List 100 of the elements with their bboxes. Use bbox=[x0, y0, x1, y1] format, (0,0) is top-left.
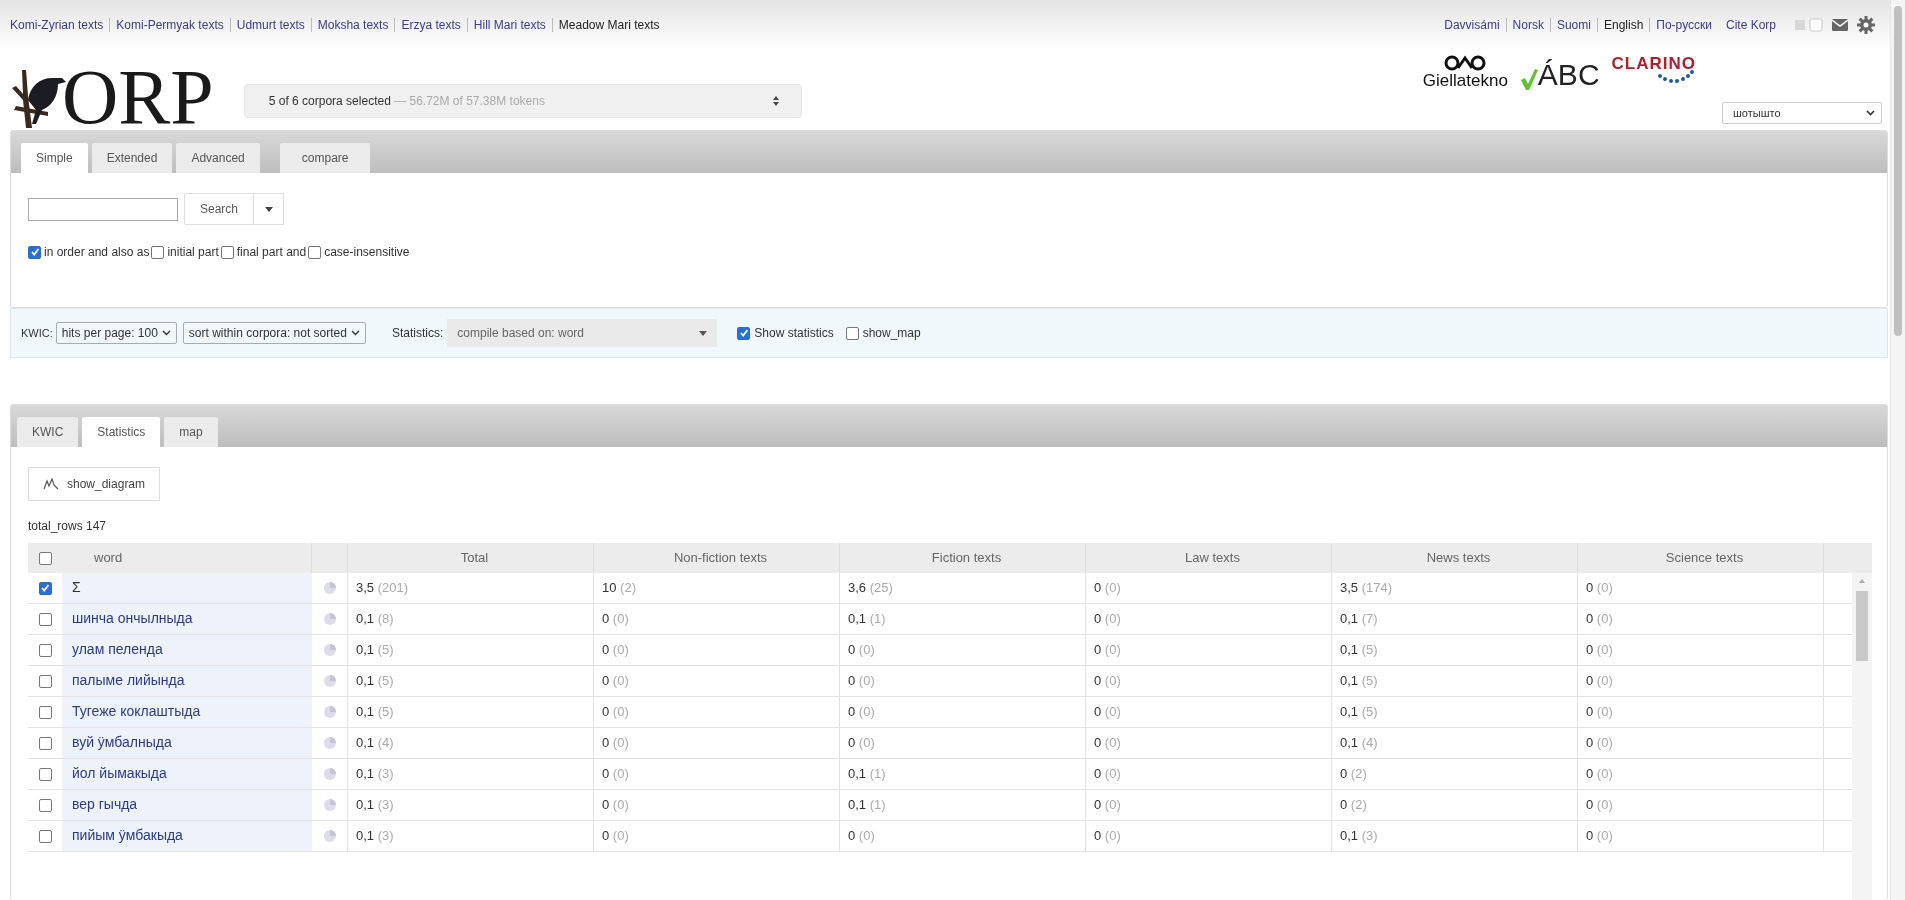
corpus-link[interactable]: Erzya texts bbox=[394, 18, 467, 32]
table-cell: 0,1 (4) bbox=[1332, 728, 1578, 758]
result-tab[interactable]: map bbox=[164, 417, 218, 447]
row-checkbox[interactable] bbox=[38, 767, 52, 781]
column-header[interactable]: Law texts bbox=[1086, 543, 1332, 573]
checkbox[interactable] bbox=[28, 245, 41, 259]
word-link[interactable]: вуй ӱмбалныда bbox=[62, 728, 312, 758]
table-cell: 10 (2) bbox=[594, 573, 840, 603]
table-cell: 0,1 (7) bbox=[1332, 604, 1578, 634]
checkbox[interactable] bbox=[845, 326, 859, 340]
row-checkbox[interactable] bbox=[38, 705, 52, 719]
total-rows-label: total_rows 147 bbox=[28, 519, 108, 533]
language-select[interactable]: шотышто bbox=[1722, 102, 1882, 124]
table-cell: 0,1 (5) bbox=[348, 697, 594, 727]
mail-icon[interactable] bbox=[1832, 19, 1848, 31]
dots-icon bbox=[1656, 70, 1696, 84]
row-checkbox[interactable] bbox=[38, 736, 52, 750]
word-link[interactable]: Тугеже коклаштыда bbox=[62, 697, 312, 727]
scrollbar-thumb[interactable] bbox=[1856, 591, 1868, 661]
result-tab[interactable]: KWIC bbox=[17, 417, 79, 447]
search-options-button[interactable] bbox=[254, 193, 285, 225]
search-tab[interactable]: compare bbox=[279, 143, 371, 173]
checkbox[interactable] bbox=[151, 245, 165, 259]
corpus-link[interactable]: Meadow Mari texts bbox=[551, 18, 666, 32]
corpus-link[interactable]: Komi-Permyak texts bbox=[109, 18, 230, 32]
table-cell: 0 (0) bbox=[1086, 666, 1332, 696]
table-cell: 0,1 (5) bbox=[1332, 635, 1578, 665]
cite-link[interactable]: Cite Korp bbox=[1725, 18, 1776, 32]
language-link[interactable]: Davvisámi bbox=[1444, 18, 1506, 32]
language-link[interactable]: English bbox=[1596, 18, 1650, 32]
table-cell: 3,6 (25) bbox=[840, 573, 1086, 603]
option-label: final part and bbox=[236, 245, 307, 259]
result-tab[interactable]: Statistics bbox=[82, 417, 161, 447]
table-cell: 0,1 (5) bbox=[348, 666, 594, 696]
table-cell: 0 (0) bbox=[1578, 790, 1824, 820]
sort-arrows-icon bbox=[772, 96, 779, 106]
search-field[interactable] bbox=[28, 197, 178, 221]
caret-icon bbox=[699, 330, 708, 336]
table-cell: 0 (0) bbox=[594, 759, 840, 789]
column-header[interactable]: Total bbox=[348, 543, 594, 573]
row-checkbox[interactable] bbox=[38, 798, 52, 812]
column-header[interactable]: Fiction texts bbox=[840, 543, 1086, 573]
table-cell: 0 (0) bbox=[594, 728, 840, 758]
table-cell: 0 (0) bbox=[840, 635, 1086, 665]
table-cell: 0 (0) bbox=[594, 790, 840, 820]
column-header[interactable]: Non-fiction texts bbox=[594, 543, 840, 573]
row-checkbox[interactable] bbox=[38, 581, 52, 595]
show-diagram-button[interactable]: show_diagram bbox=[28, 467, 161, 501]
checkbox-label: Show statistics bbox=[754, 326, 834, 340]
word-link[interactable]: палыме лийында bbox=[62, 666, 312, 696]
table-cell: 0 (0) bbox=[1578, 573, 1824, 603]
scrollbar-thumb[interactable] bbox=[1894, 6, 1902, 336]
word-link[interactable]: вер гычда bbox=[62, 790, 312, 820]
checkbox[interactable] bbox=[308, 245, 322, 259]
corpus-link[interactable]: Komi-Zyrian texts bbox=[10, 18, 110, 32]
table-cell: 0,1 (5) bbox=[1332, 697, 1578, 727]
corpus-link[interactable]: Hill Mari texts bbox=[466, 18, 552, 32]
table-cell: 0,1 (5) bbox=[1332, 666, 1578, 696]
checkbox[interactable] bbox=[737, 326, 751, 340]
statistics-label: Statistics: bbox=[391, 326, 444, 340]
word-link[interactable]: йол йымакыда bbox=[62, 759, 312, 789]
search-button[interactable]: Search bbox=[184, 193, 255, 225]
column-header[interactable]: Science texts bbox=[1578, 543, 1824, 573]
language-link[interactable]: По-русски bbox=[1649, 18, 1718, 32]
search-tab[interactable]: Simple bbox=[21, 143, 88, 173]
row-checkbox[interactable] bbox=[38, 643, 52, 657]
search-tab[interactable]: Extended bbox=[91, 143, 173, 173]
table-cell: 0 (0) bbox=[594, 604, 840, 634]
table-cell: 0 (0) bbox=[840, 697, 1086, 727]
language-link[interactable]: Norsk bbox=[1505, 18, 1550, 32]
partner-logo-text: Giellatekno bbox=[1422, 72, 1508, 90]
word-link[interactable]: шинча ончылныда bbox=[62, 604, 312, 634]
settings-icon[interactable] bbox=[1856, 15, 1876, 35]
table-cell: 0 (0) bbox=[1086, 790, 1332, 820]
compile-select[interactable]: compile based on: word bbox=[447, 319, 718, 347]
checkbox[interactable] bbox=[220, 245, 234, 259]
row-checkbox[interactable] bbox=[38, 829, 52, 843]
corpus-chooser[interactable]: 5 of 6 corpora selected — 56.72M of 57.38M tokens bbox=[243, 84, 802, 118]
partner-logo-text: CLARINO bbox=[1611, 54, 1696, 74]
select-all-checkbox[interactable] bbox=[38, 551, 52, 565]
table-cell: 0 (0) bbox=[1086, 697, 1332, 727]
hits-per-page-select[interactable]: hits per page: 100 bbox=[55, 322, 177, 344]
word-link[interactable]: пийым ӱмбакыда bbox=[62, 821, 312, 851]
word-link[interactable]: Σ bbox=[62, 573, 312, 603]
chart-icon bbox=[43, 478, 59, 490]
corpus-link[interactable]: Udmurt texts bbox=[229, 18, 311, 32]
row-checkbox[interactable] bbox=[38, 674, 52, 688]
language-link[interactable]: Suomi bbox=[1549, 18, 1597, 32]
row-checkbox[interactable] bbox=[38, 612, 52, 626]
column-header[interactable]: News texts bbox=[1332, 543, 1578, 573]
search-tab[interactable]: Advanced bbox=[176, 143, 260, 173]
table-cell: 0,1 (1) bbox=[840, 790, 1086, 820]
sort-select[interactable]: sort within corpora: not sorted bbox=[182, 322, 366, 344]
table-cell: 0 (0) bbox=[1578, 635, 1824, 665]
corpus-link[interactable]: Moksha texts bbox=[310, 18, 395, 32]
table-cell: 0,1 (4) bbox=[348, 728, 594, 758]
kwic-label: KWIC: bbox=[21, 327, 53, 339]
table-cell: 0 (0) bbox=[594, 635, 840, 665]
swirl-icon bbox=[1443, 54, 1488, 72]
word-link[interactable]: улам пеленда bbox=[62, 635, 312, 665]
